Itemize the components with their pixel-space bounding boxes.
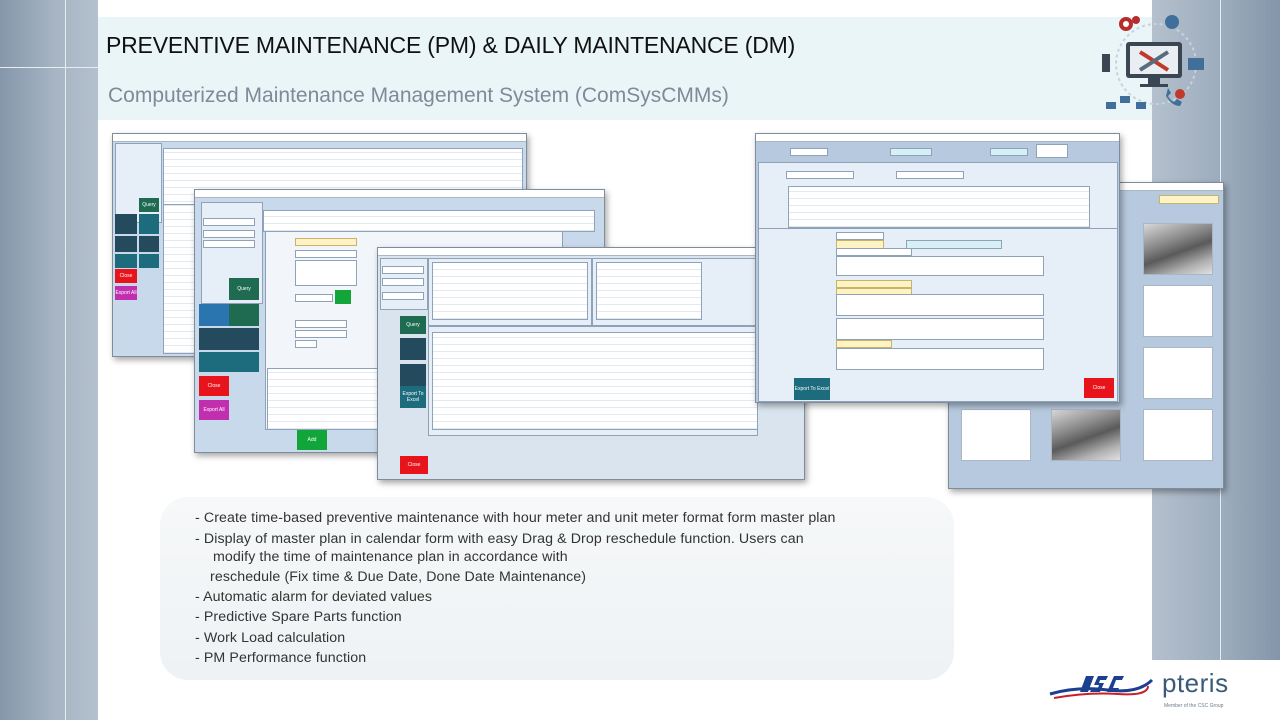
pteris-logo: pteris — [1162, 668, 1229, 698]
export-to-excel-button[interactable]: Export To Excel — [400, 386, 426, 408]
bullet-item: - Work Load calculation — [195, 630, 346, 646]
dm-summary-button[interactable] — [400, 364, 426, 386]
bullet-item: - Predictive Spare Parts function — [195, 609, 402, 625]
export-all-button[interactable]: Export All — [115, 286, 137, 300]
report-button[interactable] — [229, 352, 259, 372]
query-button[interactable]: Query — [229, 278, 259, 300]
dm-report-button[interactable] — [400, 338, 426, 360]
photo-slot — [1143, 409, 1213, 461]
photo-slot — [1143, 347, 1213, 399]
photo-slot — [961, 409, 1031, 461]
close-button[interactable]: Close — [400, 456, 428, 474]
phone-icon — [1166, 88, 1185, 106]
bullet-item: - Display of master plan in calendar for… — [195, 531, 804, 547]
detail-button[interactable] — [229, 304, 259, 326]
query-button[interactable]: Query — [139, 198, 159, 212]
work-order-open-button[interactable] — [115, 236, 137, 252]
export-to-excel-button[interactable]: Export To Excel — [794, 378, 830, 400]
close-button[interactable]: Close — [199, 376, 229, 396]
screenshot-parts-request-form: Export To Excel Close — [755, 133, 1120, 403]
summary-button[interactable] — [115, 254, 137, 268]
work-order-status-button[interactable] — [139, 236, 159, 252]
slide-title: PREVENTIVE MAINTENANCE (PM) & DAILY MAIN… — [106, 32, 796, 58]
summary-button[interactable] — [199, 352, 229, 372]
bullet-item: - PM Performance function — [195, 650, 367, 666]
left-panel-line-horizontal — [0, 67, 98, 68]
bullet-item: - Automatic alarm for deviated values — [195, 589, 433, 605]
bullet-item: - Create time-based preventive maintenan… — [195, 510, 836, 526]
csc-logo — [1049, 676, 1154, 699]
work-order-button[interactable] — [199, 328, 229, 350]
pteris-subtitle: Member of the CSC Group — [1164, 703, 1224, 709]
work-order-button[interactable] — [115, 214, 137, 234]
close-button[interactable]: Close — [1084, 378, 1114, 398]
left-side-panel — [0, 0, 98, 720]
query-button[interactable]: Query — [400, 316, 426, 334]
network-icon — [1106, 96, 1146, 109]
export-all-button[interactable]: Export All — [199, 400, 229, 420]
report-button[interactable] — [139, 254, 159, 268]
work-order-type-button[interactable] — [139, 214, 159, 234]
add-small-button[interactable] — [335, 290, 351, 304]
close-button[interactable]: Close — [115, 269, 137, 283]
bullet-item: reschedule (Fix time & Due Date, Done Da… — [210, 569, 587, 585]
slide-subtitle: Computerized Maintenance Management Syst… — [108, 84, 729, 107]
save-button[interactable] — [199, 304, 229, 326]
left-panel-line — [65, 0, 66, 720]
screenshot-dm-summary: Query Export To Excel Close — [377, 247, 805, 480]
equipment-photo — [1143, 223, 1213, 275]
photo-slot — [1143, 285, 1213, 337]
work-order-status-button[interactable] — [229, 328, 259, 350]
equipment-photo — [1051, 409, 1121, 461]
computer-tools-icon — [1102, 15, 1204, 109]
add-button[interactable]: Add — [297, 430, 327, 450]
bullet-item: modify the time of maintenance plan in a… — [213, 549, 568, 565]
